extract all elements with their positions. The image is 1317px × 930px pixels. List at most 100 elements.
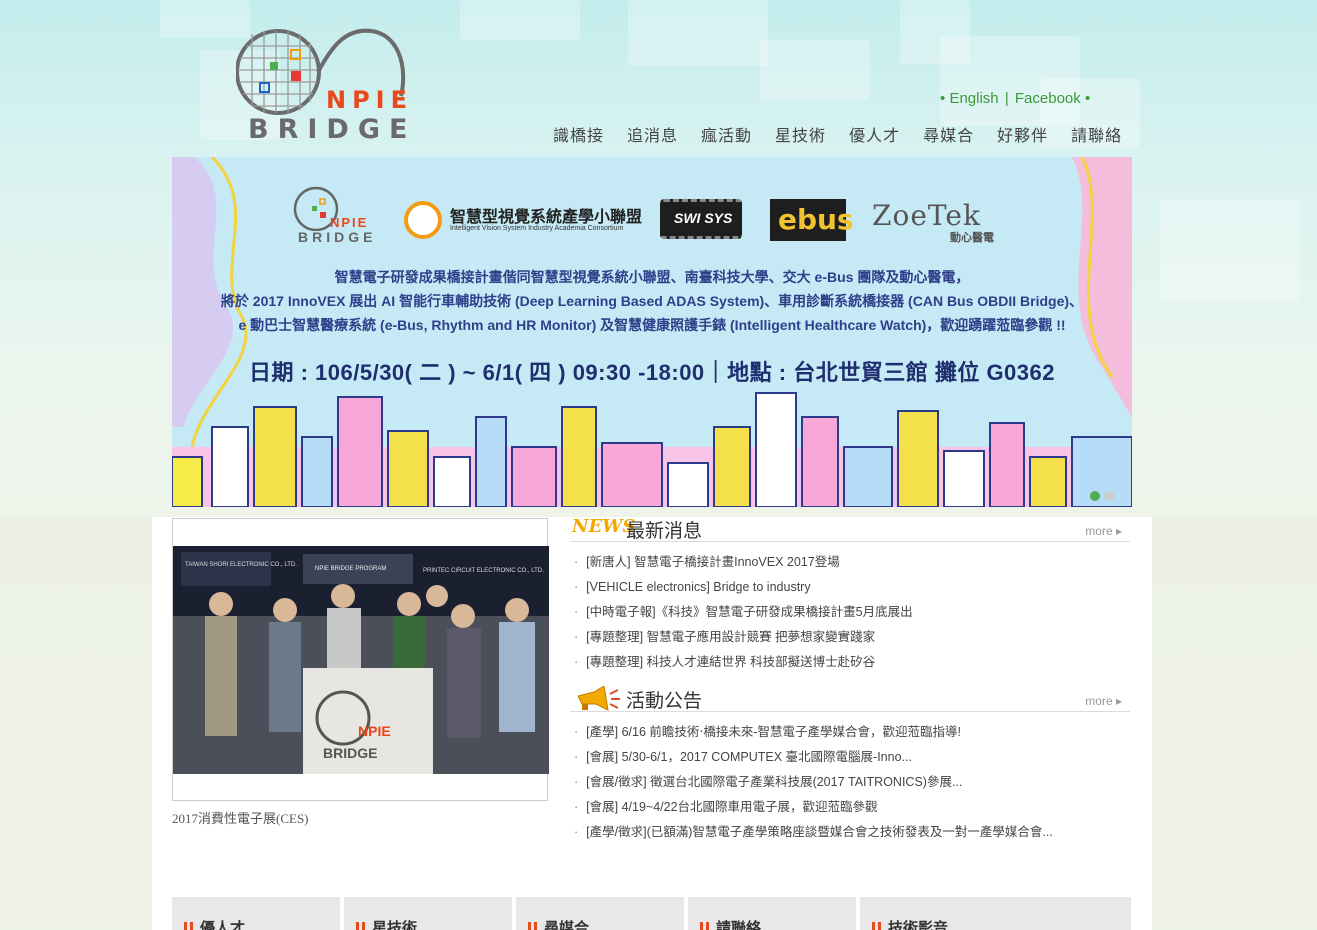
top-links: • English | Facebook •: [940, 90, 1090, 107]
banner-date-location: 日期 : 106/5/30( 二 ) ~ 6/1( 四 ) 09:30 -18:…: [248, 360, 1055, 385]
list-item: [專題整理] 智慧電子應用設計競賽 把夢想家變實踐家: [570, 625, 1130, 650]
news-list: [新唐人] 智慧電子橋接計畫InnoVEX 2017登場 [VEHICLE el…: [570, 550, 1130, 675]
hero-banner[interactable]: NPIE BRIDGE 智慧型視覺系統產學小聯盟 Intelligent Vis…: [172, 157, 1132, 507]
photo-caption[interactable]: 2017消費性電子展(CES): [172, 808, 309, 827]
main-nav: 識橋接 追消息 瘋活動 星技術 優人才 尋媒合 好夥伴 請聯絡: [553, 122, 1145, 146]
tab-marker-icon: [872, 922, 881, 930]
events-list: [產學] 6/16 前瞻技術‧橋接未來-智慧電子產學媒合會，歡迎蒞臨指導! [會…: [570, 720, 1130, 845]
flag-bridge-text: BRIDGE: [323, 745, 377, 761]
events-title: 活動公告: [626, 690, 703, 712]
news-link[interactable]: [專題整理] 智慧電子應用設計競賽 把夢想家變實踐家: [586, 630, 875, 644]
booth-left-sign: TAIWAN SHORI ELECTRONIC CO., LTD.: [185, 562, 297, 568]
ivs-title: 智慧型視覺系統產學小聯盟: [450, 207, 643, 226]
event-link[interactable]: [會展] 5/30-6/1，2017 COMPUTEX 臺北國際電腦展-Inno…: [586, 750, 912, 764]
tab-talent[interactable]: 優人才: [172, 897, 340, 930]
ces-photo-illustration: TAIWAN SHORI ELECTRONIC CO., LTD. NPIE B…: [173, 546, 549, 774]
events-section: 活動公告 more ▸ [產學] 6/16 前瞻技術‧橋接未來-智慧電子產學媒合…: [570, 686, 1130, 845]
news-header: NEWS 最新消息 more ▸: [570, 516, 1130, 542]
tab-technology[interactable]: 星技術: [344, 897, 512, 930]
bullet: •: [940, 90, 946, 107]
partner-logos: NPIE BRIDGE 智慧型視覺系統產學小聯盟 Intelligent Vis…: [292, 185, 1012, 251]
tab-label: 優人才: [200, 919, 246, 930]
list-item: [中時電子報]《科技》智慧電子研發成果橋接計畫5月底展出: [570, 600, 1130, 625]
tab-marker-icon: [528, 922, 537, 930]
nav-item-talent[interactable]: 優人才: [849, 122, 900, 146]
news-more-link[interactable]: more ▸: [1085, 524, 1122, 538]
list-item: [專題整理] 科技人才連結世界 科技部擬送博士赴矽谷: [570, 650, 1130, 675]
news-title: 最新消息: [626, 520, 703, 542]
tab-marker-icon: [184, 922, 193, 930]
events-more-link[interactable]: more ▸: [1085, 694, 1122, 708]
swisys-logo: SWI SYS: [660, 199, 742, 239]
english-link[interactable]: English: [949, 90, 998, 107]
carousel-dot[interactable]: [1104, 491, 1114, 501]
npie-logo-text: NPIE: [330, 215, 369, 230]
swisys-text: SWI SYS: [674, 210, 733, 226]
nav-item-matchmaking[interactable]: 尋媒合: [923, 122, 974, 146]
tab-marker-icon: [356, 922, 365, 930]
event-link[interactable]: [會展/徵求] 徵選台北國際電子產業科技展(2017 TAITRONICS)參展…: [586, 775, 962, 789]
bottom-tabs: 優人才 星技術 尋媒合 請聯絡 技術影音: [172, 897, 1131, 930]
banner-text-line-1: 智慧電子研發成果橋接計畫偕同智慧型視覺系統小聯盟、南臺科技大學、交大 e-Bus…: [334, 269, 970, 285]
nav-item-contact[interactable]: 請聯絡: [1071, 122, 1122, 146]
tab-matchmaking[interactable]: 尋媒合: [516, 897, 684, 930]
site-logo[interactable]: NPIE BRIDGE: [236, 26, 413, 145]
booth-sign: NPIE BRIDGE PROGRAM: [315, 566, 386, 572]
banner-text-line-2: 將於 2017 InnoVEX 展出 AI 智能行車輔助技術 (Deep Lea…: [220, 293, 1084, 309]
featured-photo[interactable]: TAIWAN SHORI ELECTRONIC CO., LTD. NPIE B…: [172, 518, 549, 801]
list-item: [會展] 5/30-6/1，2017 COMPUTEX 臺北國際電腦展-Inno…: [570, 745, 1130, 770]
booth-right-sign: PRINTEC CIRCUIT ELECTRONIC CO., LTD.: [423, 568, 544, 574]
background-decoration: [460, 0, 580, 40]
nav-item-about[interactable]: 識橋接: [553, 122, 604, 146]
npie-logo: NPIE BRIDGE: [292, 185, 380, 247]
ebus-logo: ebus: [770, 199, 854, 241]
ivs-subtitle: Intelligent Vision System Industry Acade…: [450, 225, 624, 232]
background-decoration: [760, 40, 870, 100]
carousel-dots: [1090, 491, 1114, 501]
facebook-link[interactable]: Facebook: [1015, 90, 1081, 107]
news-link[interactable]: [專題整理] 科技人才連結世界 科技部擬送博士赴矽谷: [586, 655, 875, 669]
ivs-logo: 智慧型視覺系統產學小聯盟 Intelligent Vision System I…: [404, 197, 644, 241]
carousel-dot-active[interactable]: [1090, 491, 1100, 501]
ivs-circle-icon: [404, 201, 442, 239]
list-item: [新唐人] 智慧電子橋接計畫InnoVEX 2017登場: [570, 550, 1130, 575]
banner-text-line-3: e 動巴士智慧醫療系統 (e-Bus, Rhythm and HR Monito…: [238, 317, 1066, 333]
list-item: [VEHICLE electronics] Bridge to industry: [570, 575, 1130, 600]
list-item: [產學] 6/16 前瞻技術‧橋接未來-智慧電子產學媒合會，歡迎蒞臨指導!: [570, 720, 1130, 745]
nav-item-events[interactable]: 瘋活動: [701, 122, 752, 146]
nav-item-technology[interactable]: 星技術: [775, 122, 826, 146]
tab-label: 請聯絡: [716, 919, 762, 930]
news-link[interactable]: [新唐人] 智慧電子橋接計畫InnoVEX 2017登場: [586, 555, 840, 569]
tab-label: 技術影音: [888, 919, 949, 930]
tab-label: 尋媒合: [544, 919, 590, 930]
event-link[interactable]: [會展] 4/19~4/22台北國際車用電子展，歡迎蒞臨參觀: [586, 800, 877, 814]
bullet: •: [1084, 90, 1091, 107]
news-section: NEWS 最新消息 more ▸ [新唐人] 智慧電子橋接計畫InnoVEX 2…: [570, 516, 1130, 675]
flag-npie-text: NPIE: [358, 723, 391, 739]
tab-label: 星技術: [372, 919, 418, 930]
event-link[interactable]: [產學/徵求](已額滿)智慧電子產學策略座談暨媒合會之技術發表及一對一產學媒合會…: [586, 825, 1053, 839]
zoetek-text: ZoeTek: [872, 199, 981, 232]
nav-item-news[interactable]: 追消息: [627, 122, 678, 146]
bridge-logo-text: BRIDGE: [298, 229, 377, 245]
background-decoration: [1160, 200, 1300, 300]
tab-marker-icon: [700, 922, 709, 930]
news-link[interactable]: [VEHICLE electronics] Bridge to industry: [586, 580, 810, 594]
background-decoration: [628, 0, 768, 66]
ebus-text: ebus: [778, 203, 854, 236]
ces-photo-image: TAIWAN SHORI ELECTRONIC CO., LTD. NPIE B…: [173, 546, 549, 774]
logo-npie-text: NPIE: [326, 86, 413, 114]
megaphone-icon: [577, 686, 620, 711]
zoetek-subtitle: 動心醫電: [950, 232, 994, 244]
tab-videos[interactable]: 技術影音: [860, 897, 1131, 930]
logo-bridge-text: BRIDGE: [248, 114, 417, 145]
zoetek-logo: ZoeTek 動心醫電: [872, 199, 1002, 245]
tab-contact[interactable]: 請聯絡: [688, 897, 856, 930]
nav-item-partners[interactable]: 好夥伴: [997, 122, 1048, 146]
events-header: 活動公告 more ▸: [570, 686, 1130, 712]
list-item: [產學/徵求](已額滿)智慧電子產學策略座談暨媒合會之技術發表及一對一產學媒合會…: [570, 820, 1130, 845]
news-link[interactable]: [中時電子報]《科技》智慧電子研發成果橋接計畫5月底展出: [586, 605, 912, 619]
event-link[interactable]: [產學] 6/16 前瞻技術‧橋接未來-智慧電子產學媒合會，歡迎蒞臨指導!: [586, 725, 961, 739]
list-item: [會展] 4/19~4/22台北國際車用電子展，歡迎蒞臨參觀: [570, 795, 1130, 820]
city-skyline-illustration: [172, 392, 1132, 507]
